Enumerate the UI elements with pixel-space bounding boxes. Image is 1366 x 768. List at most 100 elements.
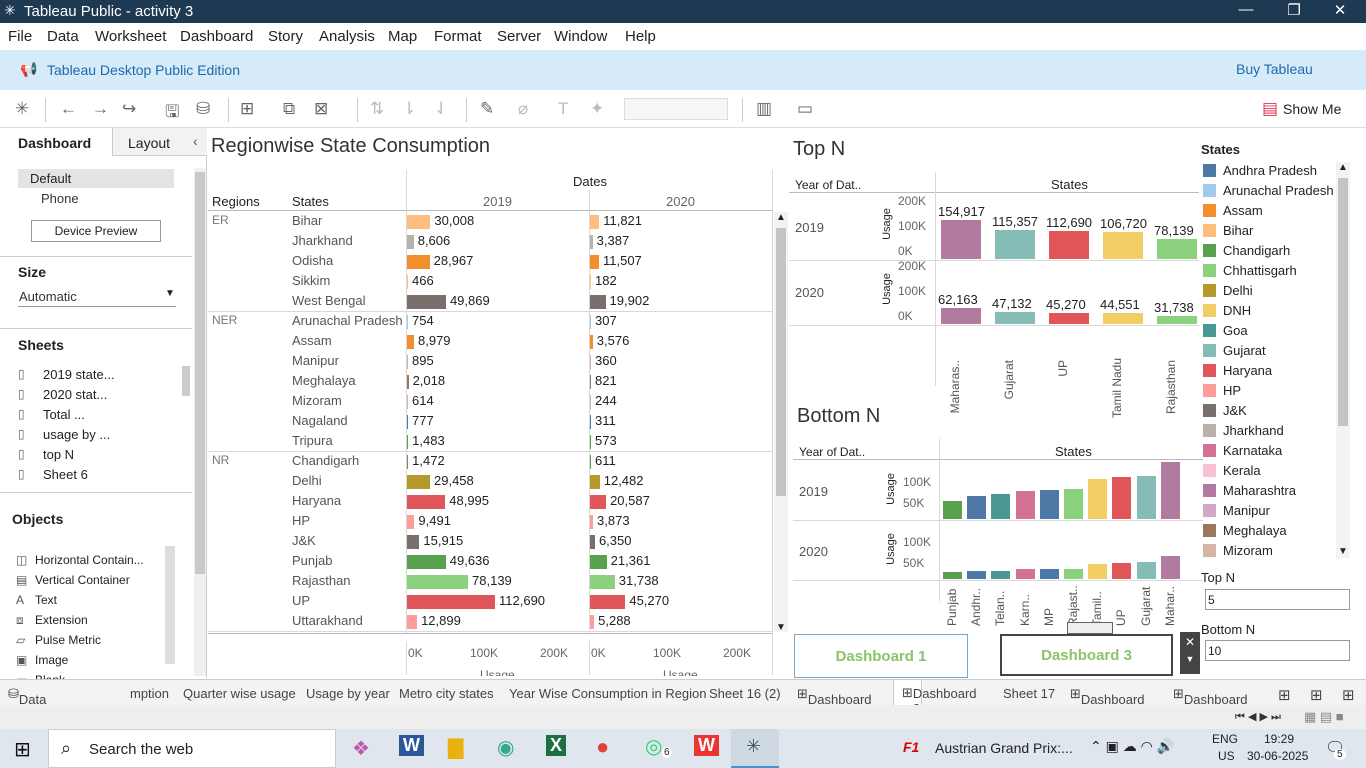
file-explorer-icon[interactable]: ▇ bbox=[448, 735, 463, 760]
copilot-icon[interactable]: ❖ bbox=[352, 736, 370, 761]
sheet-item[interactable]: ▯ 2020 stat... bbox=[18, 386, 178, 404]
tab-navigation-icons[interactable]: ⏮ ◀ ▶ ⏭ bbox=[1235, 710, 1281, 724]
object-item[interactable]: A Text bbox=[16, 592, 161, 610]
tray-icons[interactable]: ⌃ ▣ ☁ ◠ 🔊 bbox=[1090, 738, 1174, 755]
undo-icon[interactable]: ← bbox=[60, 99, 77, 119]
menu-format[interactable]: Format bbox=[434, 28, 482, 45]
tab-sheet-17[interactable]: Sheet 17 bbox=[1003, 686, 1055, 701]
windows-start-icon[interactable]: ⊞ bbox=[14, 737, 31, 762]
legend-item[interactable]: Manipur bbox=[1203, 502, 1333, 520]
swap-icon[interactable]: ⇅ bbox=[370, 99, 384, 119]
object-item[interactable]: ◫ Horizontal Contain... bbox=[16, 552, 161, 570]
show-cards-icon[interactable]: ▥ bbox=[756, 99, 772, 119]
menu-file[interactable]: File bbox=[8, 28, 32, 45]
clear-sheet-icon[interactable]: ⊠ bbox=[314, 99, 328, 119]
legend-item[interactable]: Gujarat bbox=[1203, 342, 1333, 360]
redo-icon[interactable]: → bbox=[92, 99, 109, 119]
tab-usage-by-year[interactable]: Usage by year bbox=[306, 686, 390, 701]
object-item[interactable]: ▤ Vertical Container bbox=[16, 572, 161, 590]
legend-item[interactable]: Assam bbox=[1203, 202, 1333, 220]
word-icon[interactable]: W bbox=[399, 735, 424, 756]
replay-icon[interactable]: ↪ bbox=[122, 99, 136, 119]
new-story-icon[interactable]: ⊞ bbox=[1342, 686, 1355, 704]
legend-item[interactable]: Meghalaya bbox=[1203, 522, 1333, 540]
legend-item[interactable]: Andhra Pradesh bbox=[1203, 162, 1333, 180]
tab-quarter-wise-usage[interactable]: Quarter wise usage bbox=[183, 686, 296, 701]
legend-item[interactable]: HP bbox=[1203, 382, 1333, 400]
new-datasource-icon[interactable]: ⛁ bbox=[196, 99, 210, 119]
show-me-icon[interactable]: ▤ bbox=[1262, 99, 1278, 119]
tab-dashboard-2[interactable]: ⊞ Dashboard 2 bbox=[893, 680, 977, 716]
tab-dashboard-4[interactable]: ⊞ Dashboard 4 bbox=[1173, 686, 1248, 722]
legend-item[interactable]: Bihar bbox=[1203, 222, 1333, 240]
sheet-item[interactable]: ▯ usage by ... bbox=[18, 426, 178, 444]
restore-icon[interactable]: ❐ bbox=[1274, 1, 1314, 19]
legend-item[interactable]: Kerala bbox=[1203, 462, 1333, 480]
menu-help[interactable]: Help bbox=[625, 28, 656, 45]
sheet-item[interactable]: ▯ top N bbox=[18, 446, 178, 464]
legend-item[interactable]: Chandigarh bbox=[1203, 242, 1333, 260]
tableau-taskbar-icon[interactable]: ✳ bbox=[731, 729, 779, 768]
bottomn-param-input[interactable]: 10 bbox=[1205, 640, 1350, 661]
legend-item[interactable]: Delhi bbox=[1203, 282, 1333, 300]
view-toggle-icons[interactable]: ▦ ▤ ■ bbox=[1304, 709, 1344, 725]
chrome-icon[interactable]: ● bbox=[596, 734, 609, 760]
clock-date[interactable]: 30-06-2025 bbox=[1247, 749, 1308, 763]
legend-item[interactable]: Haryana bbox=[1203, 362, 1333, 380]
menu-analysis[interactable]: Analysis bbox=[319, 28, 375, 45]
close-icon[interactable]: ✕ bbox=[1320, 1, 1360, 19]
device-preview-button[interactable]: Device Preview bbox=[31, 220, 161, 242]
object-item[interactable]: ⧈ Extension bbox=[16, 612, 161, 630]
presentation-icon[interactable]: ▭ bbox=[797, 99, 813, 119]
tab-year-wise-consumption[interactable]: Year Wise Consumption in Region bbox=[509, 686, 707, 701]
show-me-button[interactable]: Show Me bbox=[1283, 101, 1341, 117]
menu-worksheet[interactable]: Worksheet bbox=[95, 28, 166, 45]
fit-dropdown[interactable] bbox=[624, 98, 728, 120]
tab-dashboard-1[interactable]: ⊞ Dashboard 1 bbox=[797, 686, 872, 722]
sort-asc-icon[interactable]: ⇂ bbox=[402, 99, 416, 119]
news-ticker[interactable]: Austrian Grand Prix:... bbox=[935, 740, 1073, 756]
tab-metro-city-states[interactable]: Metro city states bbox=[399, 686, 494, 701]
menu-server[interactable]: Server bbox=[497, 28, 541, 45]
legend-item[interactable]: Chhattisgarh bbox=[1203, 262, 1333, 280]
dashboard-3-button[interactable]: Dashboard 3 bbox=[1000, 634, 1173, 676]
wps-icon[interactable]: W bbox=[694, 735, 719, 756]
legend-item[interactable]: J&K bbox=[1203, 402, 1333, 420]
device-default[interactable]: Default bbox=[18, 169, 174, 188]
tableau-home-icon[interactable]: ✳ bbox=[15, 99, 29, 119]
clock-time[interactable]: 19:29 bbox=[1264, 732, 1294, 746]
device-phone[interactable]: Phone bbox=[41, 191, 79, 206]
new-dashboard-icon[interactable]: ⊞ bbox=[1310, 686, 1323, 704]
new-sheet-icon[interactable]: ⊞ bbox=[240, 99, 254, 119]
legend-item[interactable]: Karnataka bbox=[1203, 442, 1333, 460]
legend-item[interactable]: Mizoram bbox=[1203, 542, 1333, 560]
tab-data-source[interactable]: ⛁ Data Source bbox=[8, 686, 60, 722]
object-item[interactable]: ▣ Image bbox=[16, 652, 161, 670]
search-box[interactable]: ⌕ Search the web bbox=[48, 729, 336, 768]
size-dropdown[interactable]: Automatic bbox=[19, 289, 77, 304]
save-icon[interactable]: 🖫 bbox=[165, 99, 179, 128]
sort-desc-icon[interactable]: ⇃ bbox=[434, 99, 448, 119]
tab-dashboard[interactable]: Dashboard bbox=[0, 128, 112, 156]
menu-data[interactable]: Data bbox=[47, 28, 79, 45]
move-handle-icon[interactable] bbox=[1067, 622, 1113, 634]
whatsapp-icon[interactable]: ◎ bbox=[645, 734, 662, 759]
minimize-icon[interactable]: — bbox=[1226, 1, 1266, 18]
legend-item[interactable]: Jharkhand bbox=[1203, 422, 1333, 440]
legend-item[interactable]: Maharashtra bbox=[1203, 482, 1333, 500]
duplicate-sheet-icon[interactable]: ⧉ bbox=[283, 99, 295, 119]
label-icon[interactable]: T bbox=[558, 99, 568, 119]
sheet-item[interactable]: ▯ 2019 state... bbox=[18, 366, 178, 384]
excel-icon[interactable]: X bbox=[546, 735, 567, 756]
menu-map[interactable]: Map bbox=[388, 28, 417, 45]
dashboard-1-button[interactable]: Dashboard 1 bbox=[794, 634, 968, 678]
tab-dashboard-3[interactable]: ⊞ Dashboard 3 bbox=[1070, 686, 1145, 722]
sheet-item[interactable]: ▯ Sheet 6 bbox=[18, 466, 178, 484]
menu-window[interactable]: Window bbox=[554, 28, 607, 45]
object-item[interactable]: ▱ Pulse Metric bbox=[16, 632, 161, 650]
legend-item[interactable]: DNH bbox=[1203, 302, 1333, 320]
attach-icon[interactable]: ⌀ bbox=[518, 99, 528, 119]
tab-layout[interactable]: Layout ‹ bbox=[112, 128, 207, 156]
new-worksheet-icon[interactable]: ⊞ bbox=[1278, 686, 1291, 704]
buy-tableau-link[interactable]: Buy Tableau bbox=[1236, 61, 1313, 77]
